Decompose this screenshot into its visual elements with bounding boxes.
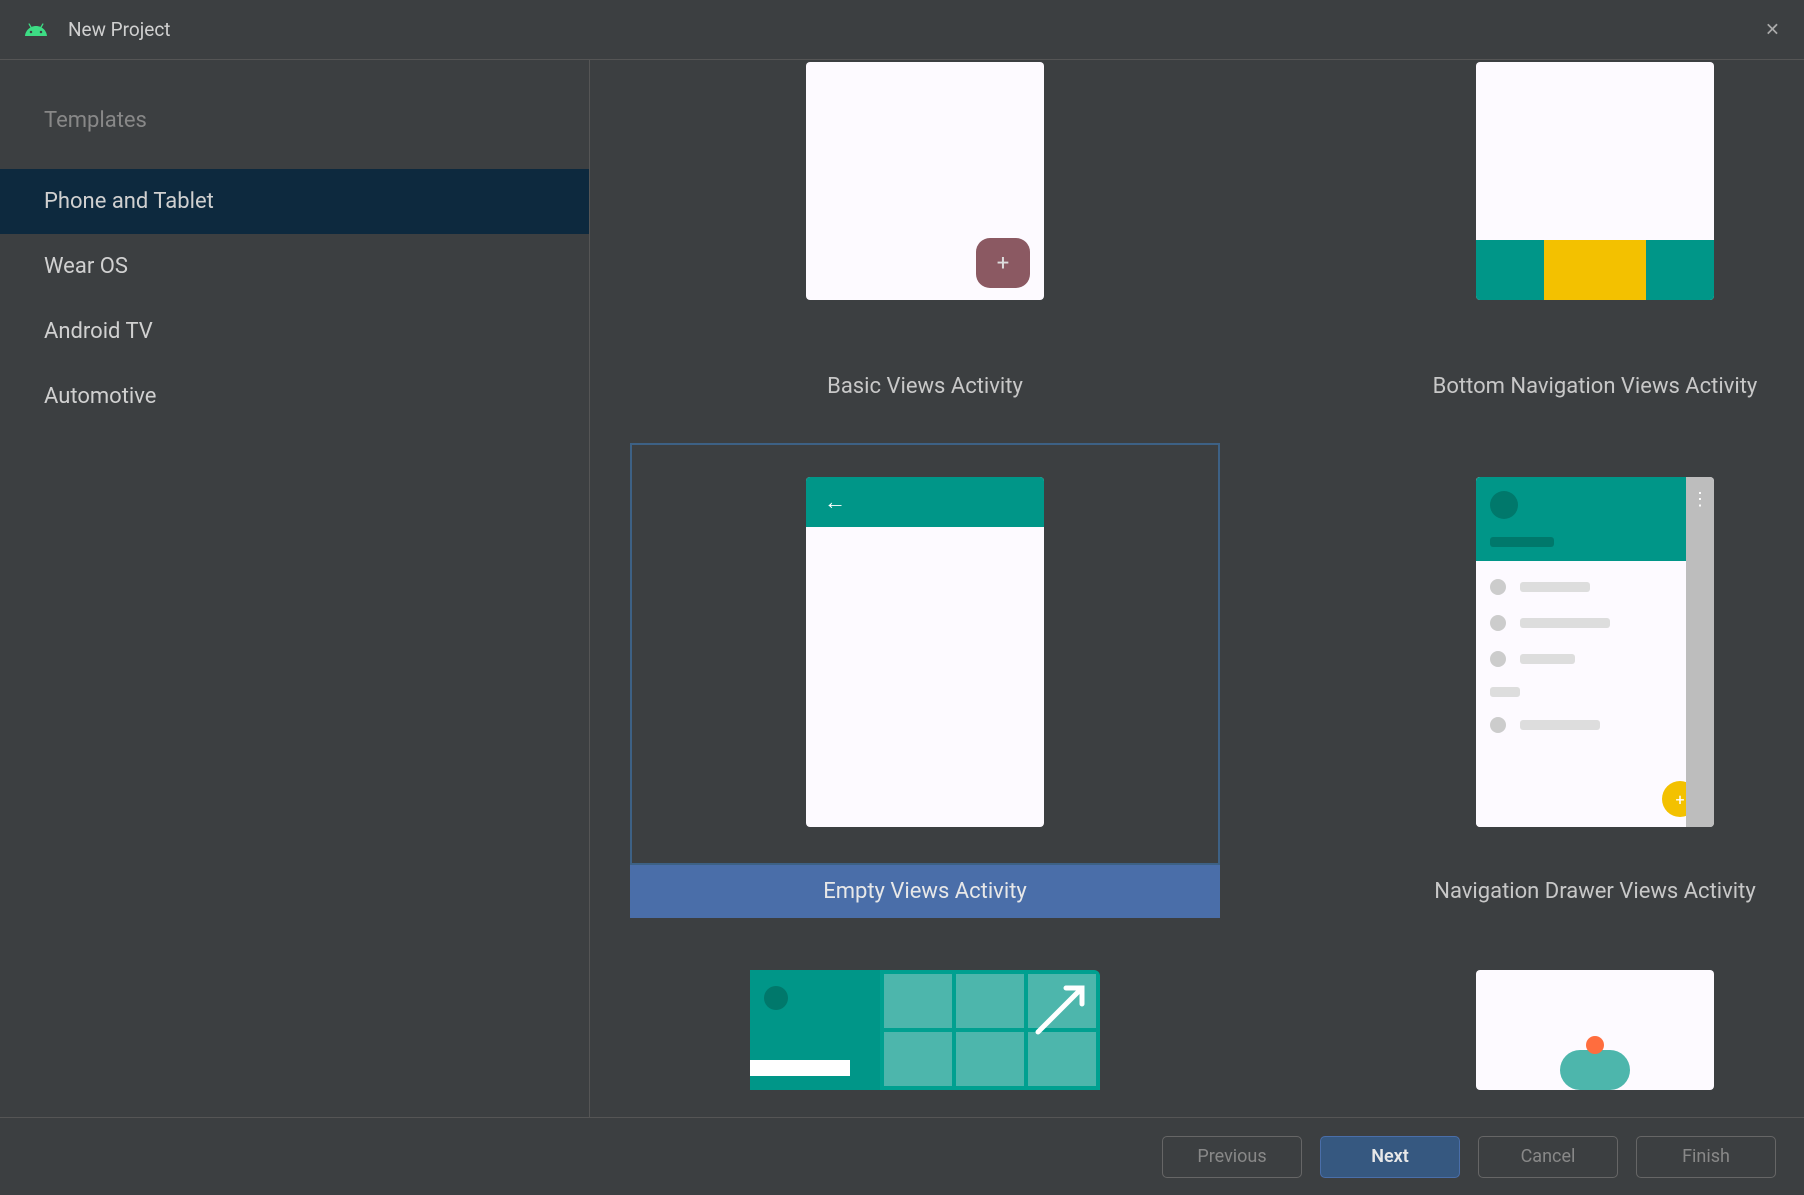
- close-icon[interactable]: ✕: [1765, 19, 1780, 40]
- titlebar: New Project ✕: [0, 0, 1804, 60]
- template-preview: [1300, 948, 1804, 1098]
- phone-mock: ←: [806, 477, 1044, 827]
- tablet-mock: [750, 970, 1100, 1090]
- template-preview: [630, 948, 1220, 1098]
- cancel-button[interactable]: Cancel: [1478, 1136, 1618, 1178]
- template-preview: +: [630, 60, 1220, 360]
- sidebar: Templates Phone and Tablet Wear OS Andro…: [0, 60, 590, 1117]
- template-gallery[interactable]: + Basic Views Activity Bottom Navigation…: [590, 60, 1804, 1117]
- template-label: Basic Views Activity: [630, 360, 1220, 413]
- template-label: Empty Views Activity: [630, 865, 1220, 918]
- sidebar-heading: Templates: [0, 96, 589, 169]
- main-area: Templates Phone and Tablet Wear OS Andro…: [0, 60, 1804, 1117]
- back-arrow-icon: ←: [824, 489, 846, 515]
- template-card-nav-drawer[interactable]: + ⋮ Navigation Drawer Views Activity: [1300, 443, 1804, 918]
- template-card-empty-views[interactable]: ← Empty Views Activity: [630, 443, 1220, 918]
- dialog-title: New Project: [68, 18, 170, 41]
- template-preview: ←: [630, 443, 1220, 865]
- template-card-game[interactable]: [1300, 948, 1804, 1098]
- template-label: Bottom Navigation Views Activity: [1300, 360, 1804, 413]
- fab-icon: +: [976, 238, 1030, 288]
- phone-mock: [1476, 970, 1714, 1090]
- next-button[interactable]: Next: [1320, 1136, 1460, 1178]
- android-icon: [24, 18, 48, 42]
- phone-mock: + ⋮: [1476, 477, 1714, 827]
- sidebar-item-phone-tablet[interactable]: Phone and Tablet: [0, 169, 589, 234]
- previous-button[interactable]: Previous: [1162, 1136, 1302, 1178]
- new-project-dialog: New Project ✕ Templates Phone and Tablet…: [0, 0, 1804, 1195]
- bottom-nav-mock: [1476, 240, 1714, 300]
- template-card-bottom-nav[interactable]: Bottom Navigation Views Activity: [1300, 60, 1804, 413]
- sidebar-item-wear-os[interactable]: Wear OS: [0, 234, 589, 299]
- finish-button[interactable]: Finish: [1636, 1136, 1776, 1178]
- footer: Previous Next Cancel Finish: [0, 1117, 1804, 1195]
- expand-arrow-icon: [1030, 980, 1090, 1040]
- game-controller-icon: [1560, 1050, 1630, 1090]
- template-card-responsive[interactable]: [630, 948, 1220, 1098]
- template-card-basic-views[interactable]: + Basic Views Activity: [630, 60, 1220, 413]
- phone-mock: [1476, 62, 1714, 300]
- sidebar-item-automotive[interactable]: Automotive: [0, 364, 589, 429]
- template-label: Navigation Drawer Views Activity: [1300, 865, 1804, 918]
- kebab-icon: ⋮: [1691, 489, 1709, 510]
- template-preview: + ⋮: [1300, 443, 1804, 865]
- template-preview: [1300, 60, 1804, 360]
- sidebar-item-android-tv[interactable]: Android TV: [0, 299, 589, 364]
- appbar-mock: ←: [806, 477, 1044, 527]
- phone-mock: +: [806, 62, 1044, 300]
